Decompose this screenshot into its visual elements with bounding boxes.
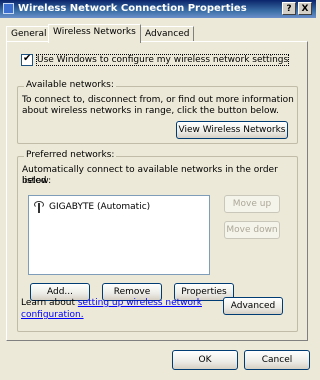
tab-wireless-networks[interactable]: Wireless Networks — [48, 24, 141, 43]
tab-advanced[interactable]: Advanced — [140, 26, 195, 42]
preferred-description-2: below: — [22, 176, 52, 186]
preferred-networks-list[interactable]: GIGABYTE (Automatic) — [28, 195, 210, 275]
use-windows-label: Use Windows to configure my wireless net… — [35, 54, 290, 66]
use-windows-checkbox[interactable]: ✔ — [21, 53, 33, 66]
preferred-description-1: Automatically connect to available netwo… — [22, 165, 278, 186]
move-up-button[interactable]: Move up — [224, 195, 280, 213]
network-name: GIGABYTE (Automatic) — [49, 202, 151, 212]
setup-link[interactable]: setting up wireless network — [78, 298, 202, 308]
available-networks-group: Available networks: To connect to, disco… — [17, 80, 298, 144]
preferred-networks-legend: Preferred networks: — [24, 150, 117, 160]
available-description-2: about wireless networks in range, click … — [22, 106, 279, 116]
close-button[interactable]: X — [298, 2, 312, 15]
tab-general[interactable]: General — [6, 26, 52, 42]
available-networks-legend: Available networks: — [24, 80, 116, 90]
ok-button[interactable]: OK — [172, 350, 238, 370]
check-icon: ✔ — [23, 53, 32, 64]
list-item[interactable]: GIGABYTE (Automatic) — [33, 201, 150, 213]
move-down-button[interactable]: Move down — [224, 221, 280, 239]
tab-panel: ✔ Use Windows to configure my wireless n… — [6, 41, 308, 341]
window-title: Wireless Network Connection Properties — [18, 3, 247, 14]
title-bar: Wireless Network Connection Properties ?… — [0, 0, 316, 18]
available-description-1: To connect to, disconnect from, or find … — [22, 95, 294, 105]
help-button[interactable]: ? — [282, 2, 296, 15]
view-wireless-networks-button[interactable]: View Wireless Networks — [176, 121, 288, 139]
learn-prefix: Learn about setting up wireless network — [21, 298, 202, 308]
network-icon — [3, 3, 14, 14]
setup-link-continued[interactable]: configuration. — [21, 310, 84, 321]
cancel-button[interactable]: Cancel — [244, 350, 310, 370]
advanced-button[interactable]: Advanced — [223, 297, 283, 315]
use-windows-row[interactable]: ✔ Use Windows to configure my wireless n… — [21, 53, 290, 66]
wireless-antenna-icon — [33, 201, 45, 213]
